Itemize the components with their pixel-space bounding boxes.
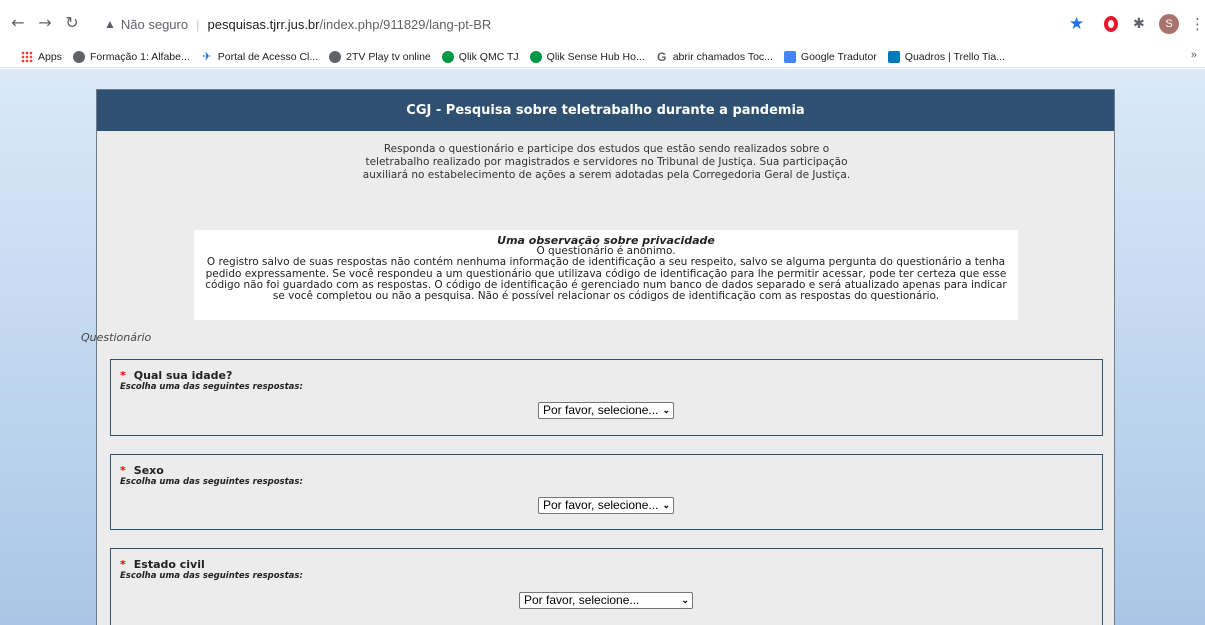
question-title: * Qual sua idade?: [120, 369, 233, 382]
privacy-line: O registro salvo de suas respostas não c…: [206, 256, 1006, 269]
survey-intro: Responda o questionário e participe dos …: [97, 143, 1116, 182]
bookmark-google-tradutor[interactable]: Google Tradutor: [783, 50, 877, 63]
intro-line: teletrabalho realizado por magistrados e…: [365, 156, 848, 168]
sex-select[interactable]: Por favor, selecione... ⌄: [538, 497, 674, 514]
section-label: Questionário: [81, 331, 152, 344]
security-label: Não seguro: [120, 16, 189, 32]
opera-extension-icon[interactable]: [1104, 13, 1118, 35]
address-bar[interactable]: ▲ Não seguro | pesquisas.tjrr.jus.br/ind…: [104, 13, 1104, 35]
chevron-down-icon: ⌄: [662, 405, 670, 415]
qlik-icon: [529, 50, 542, 63]
chevron-down-icon: ⌄: [681, 595, 689, 605]
profile-avatar[interactable]: S: [1159, 13, 1179, 35]
extensions-puzzle-icon[interactable]: ✱: [1133, 13, 1145, 35]
bookmarks-overflow-icon[interactable]: »: [1191, 49, 1197, 61]
bookmark-star-icon[interactable]: ★: [1069, 13, 1084, 35]
bookmark-qlik-sense[interactable]: Qlik Sense Hub Ho...: [529, 50, 645, 63]
globe-icon: [72, 50, 85, 63]
bookmark-apps[interactable]: Apps: [21, 50, 62, 63]
bookmark-qlik-qmc[interactable]: Qlik QMC TJ: [441, 50, 519, 63]
chevron-down-icon: ⌄: [662, 500, 670, 510]
question-help: Escolha uma das seguintes respostas:: [120, 571, 303, 581]
reload-icon[interactable]: ↻: [63, 14, 81, 32]
bookmarks-bar: Apps Formação 1: Alfabe... ✈ Portal de Ac…: [0, 46, 1205, 68]
survey-container: CGJ - Pesquisa sobre teletrabalho durant…: [81, 89, 1116, 625]
plane-icon: ✈: [202, 50, 212, 63]
bookmark-trello[interactable]: Quadros | Trello Tia...: [887, 50, 1005, 63]
question-age: * Qual sua idade? Escolha uma das seguint…: [110, 359, 1103, 436]
forward-arrow-icon[interactable]: →: [36, 14, 54, 32]
marital-status-select[interactable]: Por favor, selecione... ⌄: [519, 592, 693, 609]
translate-icon: [783, 50, 796, 63]
bookmark-2tv-play[interactable]: 2TV Play tv online: [329, 50, 431, 63]
qlik-icon: [441, 50, 454, 63]
bookmark-portal-acesso[interactable]: ✈ Portal de Acesso Cl...: [201, 51, 318, 63]
privacy-line: se você completou ou não a pesquisa. Não…: [272, 290, 940, 303]
question-title: * Sexo: [120, 464, 164, 477]
apps-grid-icon: [21, 50, 33, 63]
question-sex: * Sexo Escolha uma das seguintes resposta…: [110, 454, 1103, 530]
required-asterisk: *: [120, 558, 126, 571]
age-select[interactable]: Por favor, selecione... ⌄: [538, 402, 674, 419]
intro-line: auxiliará no estabelecimento de ações a …: [362, 169, 851, 181]
question-marital-status: * Estado civil Escolha uma das seguintes …: [110, 548, 1103, 625]
browser-menu-icon[interactable]: ⋮: [1190, 13, 1205, 35]
bookmark-abrir-chamados[interactable]: Gabrir chamados Toc...: [656, 51, 773, 63]
bookmark-formacao[interactable]: Formação 1: Alfabe...: [72, 50, 190, 63]
required-asterisk: *: [120, 369, 126, 382]
intro-line: Responda o questionário e participe dos …: [383, 143, 830, 155]
survey-title: CGJ - Pesquisa sobre teletrabalho durant…: [97, 90, 1114, 131]
warning-triangle-icon: ▲: [104, 17, 116, 31]
url-path: /index.php/911829/lang-pt-BR: [319, 16, 492, 32]
question-help: Escolha uma das seguintes respostas:: [120, 382, 303, 392]
privacy-notice: Uma observação sobre privacidade O quest…: [194, 230, 1018, 320]
required-asterisk: *: [120, 464, 126, 477]
back-arrow-icon[interactable]: ←: [9, 14, 27, 32]
address-separator: |: [196, 16, 200, 32]
g-icon: G: [657, 49, 667, 64]
url-domain: pesquisas.tjrr.jus.br: [207, 16, 320, 32]
trello-icon: [887, 50, 900, 63]
globe-icon: [329, 50, 342, 63]
page-background: CGJ - Pesquisa sobre teletrabalho durant…: [0, 69, 1205, 625]
question-help: Escolha uma das seguintes respostas:: [120, 477, 303, 487]
browser-toolbar: ← → ↻ ▲ Não seguro | pesquisas.tjrr.jus.…: [0, 0, 1205, 46]
question-title: * Estado civil: [120, 558, 205, 571]
